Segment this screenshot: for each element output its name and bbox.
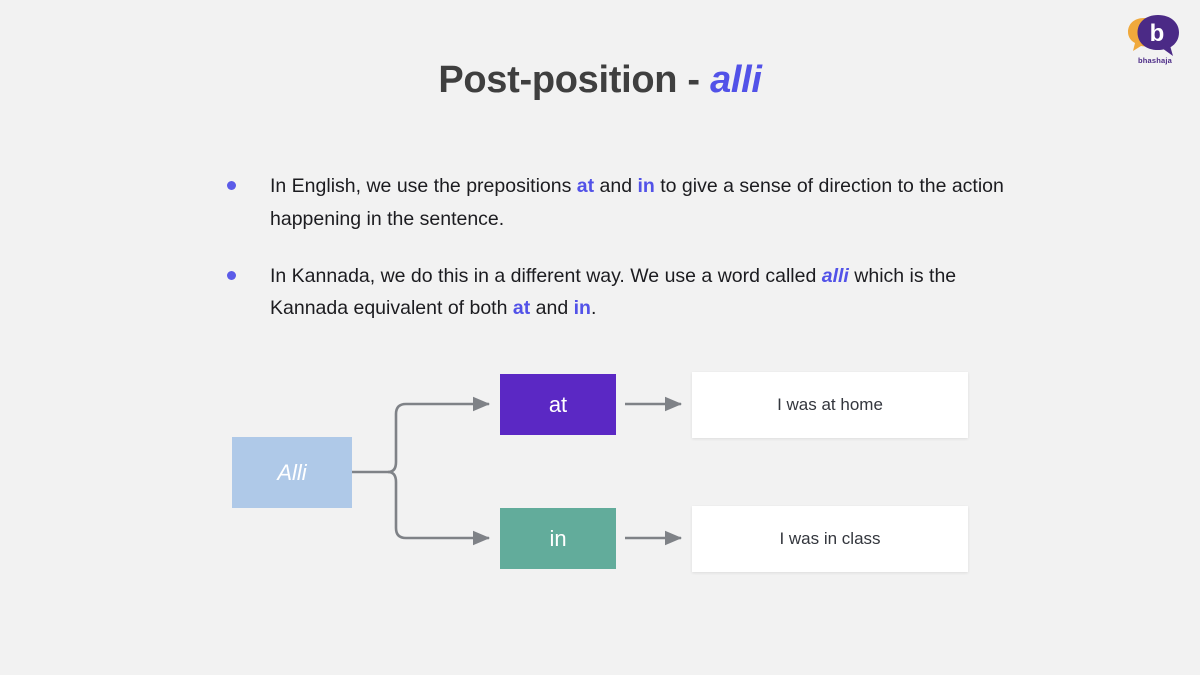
diagram-node-in[interactable]: in (500, 508, 616, 569)
logo-letter: b (1150, 20, 1165, 47)
page-title-accent: alli (710, 59, 762, 101)
keyword-in: in (637, 175, 655, 197)
page-title-main: Post-position - (438, 59, 711, 101)
bullet-dot-icon (227, 270, 236, 280)
keyword-at: at (512, 297, 531, 320)
keyword-at: at (576, 175, 595, 197)
diagram-example-at[interactable]: I was at home (692, 372, 968, 438)
connector-root-to-at (387, 396, 491, 474)
bullet-text-kannada: In Kannada, we do this in a different wa… (270, 264, 957, 320)
connector-root-to-in (387, 470, 491, 546)
diagram-node-in-label: in (549, 525, 567, 551)
diagram-node-alli-label: Alli (277, 459, 307, 485)
diagram-node-alli[interactable]: Alli (232, 437, 352, 508)
diagram-example-in-text: I was in class (779, 529, 881, 548)
bullet-text-english: In English, we use the prepositions at a… (270, 175, 1004, 230)
bullet-item-kannada: In Kannada, we do this in a different wa… (222, 260, 1012, 326)
bullet-item-english: In English, we use the prepositions at a… (222, 170, 1012, 236)
diagram-example-at-text: I was at home (777, 395, 883, 414)
diagram-example-in[interactable]: I was in class (692, 506, 968, 572)
keyword-in: in (573, 297, 591, 320)
page-title: Post-position - alli (0, 58, 1200, 104)
slide-canvas: b bhashaja Post-position - alli In Engli… (0, 0, 1200, 675)
bullet-dot-icon (227, 181, 236, 190)
diagram-node-at-label: at (548, 391, 568, 417)
bullet-list: In English, we use the prepositions at a… (222, 170, 1012, 349)
keyword-alli: alli (821, 264, 849, 287)
diagram-node-at[interactable]: at (500, 374, 616, 435)
